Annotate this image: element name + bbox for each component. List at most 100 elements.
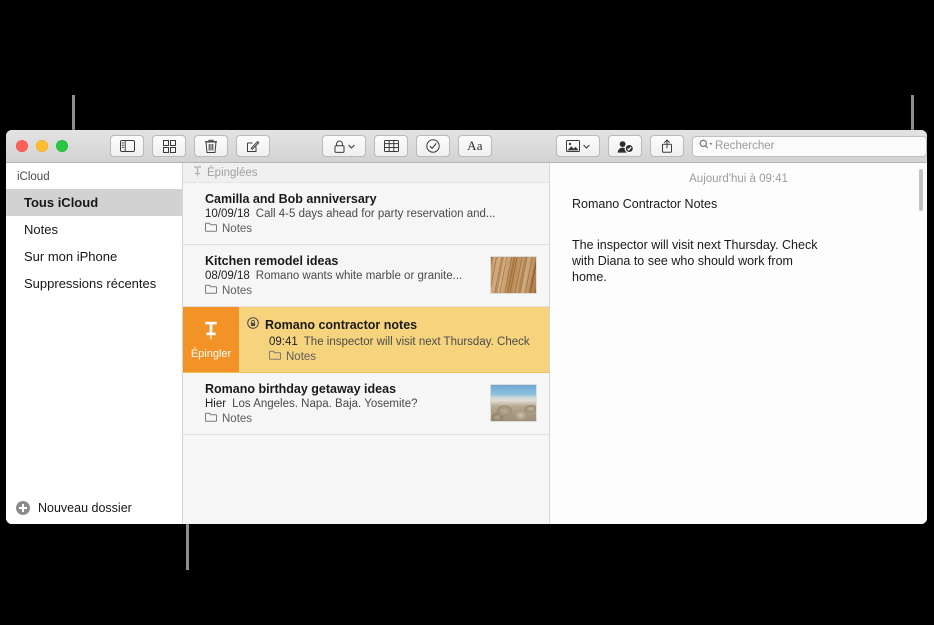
note-detail-body: The inspector will visit next Thursday. … bbox=[572, 238, 818, 284]
gallery-view-button[interactable] bbox=[152, 135, 186, 157]
minimize-button[interactable] bbox=[36, 140, 48, 152]
checkmark-circle-icon bbox=[426, 139, 440, 153]
note-folder-label: Notes bbox=[222, 412, 253, 425]
folder-icon bbox=[205, 412, 217, 425]
note-timestamp: Aujourd'hui à 09:41 bbox=[689, 173, 788, 185]
pin-icon bbox=[203, 321, 219, 345]
note-title: Kitchen remodel ideas bbox=[205, 254, 339, 268]
note-folder-label: Notes bbox=[286, 350, 317, 363]
add-table-button[interactable] bbox=[374, 135, 408, 157]
table-icon bbox=[383, 140, 399, 152]
sidebar-item-sur-mon-iphone[interactable]: Sur mon iPhone bbox=[6, 243, 182, 270]
chevron-down-icon bbox=[347, 144, 355, 149]
grid-icon bbox=[162, 139, 176, 153]
note-list-item-selected[interactable]: Épingler Romano contractor notes 09:41 T… bbox=[183, 307, 549, 373]
note-title: Romano birthday getaway ideas bbox=[205, 382, 397, 396]
aa-icon: Aa bbox=[467, 138, 483, 153]
note-detail-pane[interactable]: Aujourd'hui à 09:41 Romano Contractor No… bbox=[550, 163, 927, 524]
sidebar-item-tous-icloud[interactable]: Tous iCloud bbox=[6, 189, 182, 216]
sidebar: iCloud Tous iCloud Notes Sur mon iPhone … bbox=[6, 163, 183, 524]
note-content: Romano birthday getaway ideas Hier Los An… bbox=[183, 382, 482, 425]
note-snippet: The inspector will visit next Thursday. … bbox=[303, 336, 530, 348]
new-note-button[interactable] bbox=[236, 135, 270, 157]
lock-note-button[interactable] bbox=[322, 135, 366, 157]
sidebar-item-label: Sur mon iPhone bbox=[24, 249, 118, 264]
format-text-button[interactable]: Aa bbox=[458, 135, 492, 157]
toolbar-center-group: Aa bbox=[322, 135, 500, 157]
note-list: Épinglées Camilla and Bob anniversary 10… bbox=[183, 163, 550, 524]
folder-icon bbox=[205, 222, 217, 235]
note-list-item[interactable]: Romano birthday getaway ideas Hier Los An… bbox=[183, 373, 549, 435]
new-folder-button[interactable]: Nouveau dossier bbox=[6, 490, 182, 524]
sidebar-item-suppressions-recentes[interactable]: Suppressions récentes bbox=[6, 270, 182, 297]
search-field[interactable]: Rechercher bbox=[692, 135, 927, 157]
close-button[interactable] bbox=[16, 140, 28, 152]
note-folder: Notes bbox=[205, 412, 482, 425]
toolbar-left-group bbox=[110, 135, 278, 157]
chevron-down-icon bbox=[583, 144, 590, 149]
note-folder: Notes bbox=[205, 222, 549, 235]
note-content: Kitchen remodel ideas 08/09/18 Romano wan… bbox=[183, 254, 482, 297]
share-icon bbox=[661, 139, 673, 153]
sidebar-toggle-button[interactable] bbox=[110, 135, 144, 157]
toolbar-right-group bbox=[556, 135, 692, 157]
plus-circle-icon bbox=[16, 501, 30, 515]
add-collaborator-button[interactable] bbox=[608, 135, 642, 157]
folder-icon bbox=[205, 284, 217, 297]
note-folder: Notes bbox=[205, 284, 482, 297]
note-folder: Notes bbox=[239, 350, 549, 363]
note-date: 08/09/18 bbox=[205, 270, 250, 282]
add-media-button[interactable] bbox=[556, 135, 600, 157]
note-summary: 10/09/18 Call 4-5 days ahead for party re… bbox=[205, 208, 549, 220]
detail-scrollbar[interactable] bbox=[919, 169, 923, 211]
note-summary: 08/09/18 Romano wants white marble or gra… bbox=[205, 270, 482, 282]
traffic-lights bbox=[6, 140, 68, 152]
new-folder-label: Nouveau dossier bbox=[38, 501, 132, 515]
note-folder-label: Notes bbox=[222, 222, 253, 235]
search-icon bbox=[699, 137, 714, 155]
note-summary: 09:41 The inspector will visit next Thurs… bbox=[239, 336, 549, 348]
screenshot-stage: Aa Rechercher iCloud Tous iCloud Notes S… bbox=[0, 0, 934, 625]
note-list-item[interactable]: Camilla and Bob anniversary 10/09/18 Call… bbox=[183, 183, 549, 245]
pin-action-label: Épingler bbox=[190, 347, 232, 360]
note-title: Camilla and Bob anniversary bbox=[205, 192, 377, 206]
delete-note-button[interactable] bbox=[194, 135, 228, 157]
sidebar-item-label: Notes bbox=[24, 222, 58, 237]
compose-icon bbox=[246, 139, 260, 153]
note-snippet: Romano wants white marble or granite... bbox=[255, 270, 463, 282]
note-list-item[interactable]: Kitchen remodel ideas 08/09/18 Romano wan… bbox=[183, 245, 549, 307]
note-date: 10/09/18 bbox=[205, 208, 250, 220]
note-thumbnail bbox=[490, 384, 537, 422]
pin-icon bbox=[193, 165, 202, 180]
window-toolbar: Aa Rechercher bbox=[6, 130, 927, 163]
locked-note-icon bbox=[247, 316, 259, 334]
sidebar-item-notes[interactable]: Notes bbox=[6, 216, 182, 243]
note-snippet: Los Angeles. Napa. Baja. Yosemite? bbox=[232, 398, 418, 410]
note-date: Hier bbox=[205, 398, 227, 410]
sidebar-icon bbox=[119, 140, 135, 152]
note-detail-title: Romano Contractor Notes bbox=[572, 197, 718, 211]
checklist-button[interactable] bbox=[416, 135, 450, 157]
search-placeholder: Rechercher bbox=[715, 140, 775, 152]
note-date: 09:41 bbox=[269, 336, 298, 348]
note-content: Romano contractor notes 09:41 The inspect… bbox=[239, 307, 549, 372]
note-title-row: Romano contractor notes bbox=[239, 316, 549, 334]
note-thumbnail bbox=[490, 256, 537, 294]
note-summary: Hier Los Angeles. Napa. Baja. Yosemite? bbox=[205, 398, 482, 410]
person-add-icon bbox=[617, 140, 634, 153]
pin-swipe-action-button[interactable]: Épingler bbox=[183, 307, 239, 372]
photo-icon bbox=[566, 140, 580, 152]
note-content: Camilla and Bob anniversary 10/09/18 Call… bbox=[183, 192, 549, 235]
folder-icon bbox=[269, 350, 281, 363]
sidebar-item-label: Suppressions récentes bbox=[24, 276, 157, 291]
window-body: iCloud Tous iCloud Notes Sur mon iPhone … bbox=[6, 163, 927, 524]
share-note-button[interactable] bbox=[650, 135, 684, 157]
note-title: Romano contractor notes bbox=[265, 318, 418, 332]
sidebar-header-icloud: iCloud bbox=[17, 171, 50, 183]
note-folder-label: Notes bbox=[222, 284, 253, 297]
trash-icon bbox=[205, 139, 217, 153]
note-snippet: Call 4-5 days ahead for party reservatio… bbox=[255, 208, 496, 220]
lock-icon bbox=[334, 140, 345, 153]
zoom-button[interactable] bbox=[56, 140, 68, 152]
notes-window: Aa Rechercher iCloud Tous iCloud Notes S… bbox=[6, 130, 927, 524]
